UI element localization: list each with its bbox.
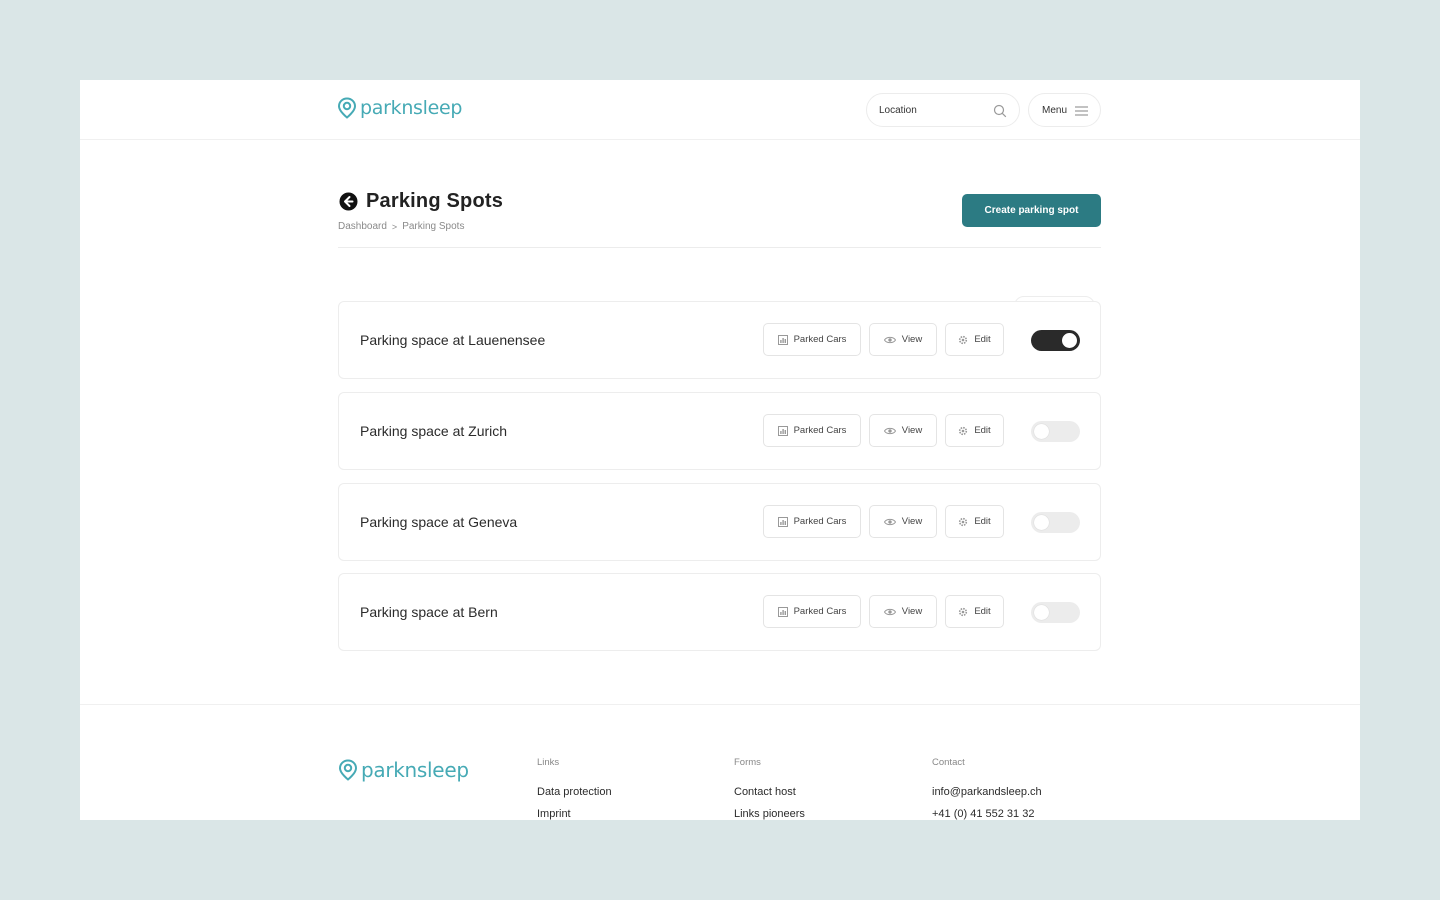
location-pin-icon xyxy=(337,97,357,119)
edit-button[interactable]: Edit xyxy=(945,323,1004,356)
gear-icon xyxy=(959,607,968,616)
footer-forms-column: Forms Contact host Links pioneers xyxy=(734,757,805,820)
location-pin-icon xyxy=(338,759,358,781)
parking-spot-card: Parking space at Zurich Parked Cars View… xyxy=(338,392,1101,470)
location-search[interactable] xyxy=(866,93,1020,127)
footer-contact-column: Contact info@parkandsleep.ch +41 (0) 41 … xyxy=(932,757,1042,820)
parking-spot-name: Parking space at Zurich xyxy=(360,423,508,439)
parking-spot-name: Parking space at Lauenensee xyxy=(360,332,546,348)
footer-contact-email[interactable]: info@parkandsleep.ch xyxy=(932,786,1042,798)
parked-cars-button[interactable]: Parked Cars xyxy=(763,595,861,628)
footer-logo[interactable]: parknsleep xyxy=(338,758,469,782)
menu-button[interactable]: Menu xyxy=(1028,93,1101,127)
breadcrumb: Dashboard > Parking Spots xyxy=(338,221,464,232)
parking-spot-card: Parking space at Lauenensee Parked Cars … xyxy=(338,301,1101,379)
parking-spot-name: Parking space at Bern xyxy=(360,604,498,620)
view-label: View xyxy=(901,516,923,527)
footer-links-column: Links Data protection Imprint xyxy=(537,757,612,820)
search-icon[interactable] xyxy=(993,104,1007,118)
live-toggle[interactable] xyxy=(1031,602,1080,623)
breadcrumb-dashboard[interactable]: Dashboard xyxy=(338,221,387,232)
edit-button[interactable]: Edit xyxy=(945,414,1004,447)
footer-link-contact-host[interactable]: Contact host xyxy=(734,786,805,798)
view-button[interactable]: View xyxy=(869,414,937,447)
eye-icon xyxy=(883,336,896,343)
edit-button[interactable]: Edit xyxy=(945,595,1004,628)
view-button[interactable]: View xyxy=(869,505,937,538)
live-toggle[interactable] xyxy=(1031,512,1080,533)
chart-icon xyxy=(777,425,788,436)
eye-icon xyxy=(883,518,896,525)
eye-icon xyxy=(883,608,896,615)
page-footer: parknsleep Links Data protection Imprint… xyxy=(80,704,1360,820)
view-label: View xyxy=(901,334,923,345)
page-heading: Parking Spots xyxy=(339,190,503,213)
eye-icon xyxy=(883,427,896,434)
create-parking-spot-button[interactable]: Create parking spot xyxy=(962,194,1101,227)
parked-cars-label: Parked Cars xyxy=(793,334,847,345)
top-header: parknsleep Menu xyxy=(80,80,1360,140)
edit-button[interactable]: Edit xyxy=(945,505,1004,538)
footer-forms-heading: Forms xyxy=(734,757,761,768)
page-title: Parking Spots xyxy=(366,190,504,212)
live-toggle[interactable] xyxy=(1031,330,1080,351)
footer-link-imprint[interactable]: Imprint xyxy=(537,808,612,820)
parking-spot-name: Parking space at Geneva xyxy=(360,514,518,530)
edit-label: Edit xyxy=(974,334,991,345)
edit-label: Edit xyxy=(974,425,991,436)
edit-label: Edit xyxy=(974,606,991,617)
brand-logo[interactable]: parknsleep xyxy=(337,97,462,119)
toggle-knob xyxy=(1034,424,1049,439)
gear-icon xyxy=(959,426,968,435)
footer-links-heading: Links xyxy=(537,757,560,768)
gear-icon xyxy=(959,517,968,526)
parking-spot-card: Parking space at Bern Parked Cars View E… xyxy=(338,573,1101,651)
brand-wordmark: parknsleep xyxy=(360,97,463,119)
divider xyxy=(338,247,1101,248)
live-toggle[interactable] xyxy=(1031,421,1080,442)
location-search-input[interactable] xyxy=(879,104,987,116)
chart-icon xyxy=(777,334,788,345)
edit-label: Edit xyxy=(974,516,991,527)
footer-contact-heading: Contact xyxy=(932,757,965,768)
parking-spot-card: Parking space at Geneva Parked Cars View… xyxy=(338,483,1101,561)
breadcrumb-parking-spots: Parking Spots xyxy=(402,221,465,232)
parked-cars-button[interactable]: Parked Cars xyxy=(763,414,861,447)
parked-cars-label: Parked Cars xyxy=(793,425,847,436)
parked-cars-button[interactable]: Parked Cars xyxy=(763,323,861,356)
toggle-knob xyxy=(1034,515,1049,530)
brand-wordmark: parknsleep xyxy=(361,758,469,782)
menu-label: Menu xyxy=(1042,104,1068,116)
app-frame: parknsleep Menu Parking Spots D xyxy=(80,80,1360,820)
parked-cars-label: Parked Cars xyxy=(793,606,847,617)
toggle-knob xyxy=(1062,333,1077,348)
breadcrumb-separator: > xyxy=(391,221,398,232)
view-label: View xyxy=(901,425,923,436)
view-button[interactable]: View xyxy=(869,323,937,356)
chart-icon xyxy=(777,516,788,527)
footer-contact-phone[interactable]: +41 (0) 41 552 31 32 xyxy=(932,808,1042,820)
footer-link-links-pioneers[interactable]: Links pioneers xyxy=(734,808,805,820)
parked-cars-label: Parked Cars xyxy=(793,516,847,527)
view-label: View xyxy=(901,606,923,617)
toggle-knob xyxy=(1034,605,1049,620)
parked-cars-button[interactable]: Parked Cars xyxy=(763,505,861,538)
footer-link-data-protection[interactable]: Data protection xyxy=(537,786,612,798)
hamburger-icon xyxy=(1075,106,1088,116)
chart-icon xyxy=(777,606,788,617)
back-arrow-icon[interactable] xyxy=(339,192,358,211)
gear-icon xyxy=(959,335,968,344)
view-button[interactable]: View xyxy=(869,595,937,628)
